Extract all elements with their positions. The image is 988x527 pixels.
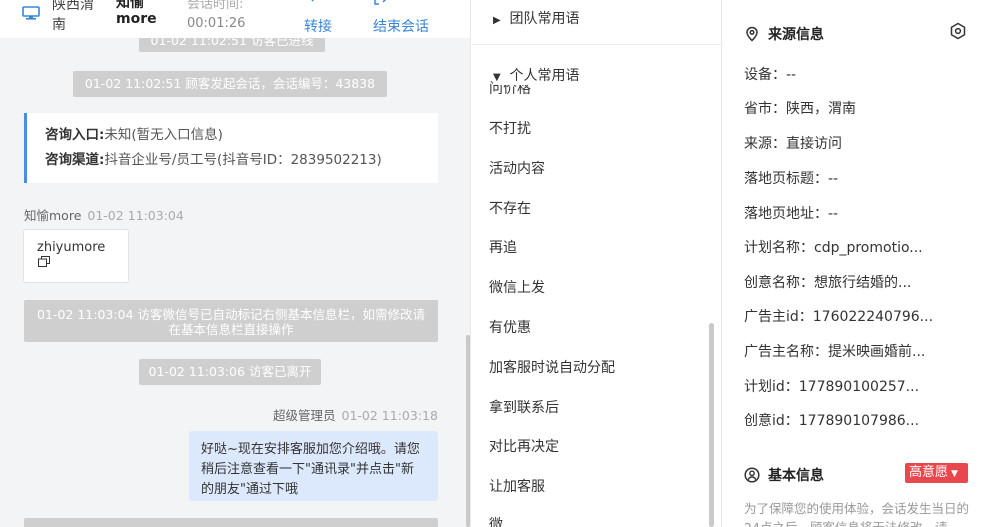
end-session-label: 结束会话: [373, 19, 429, 35]
monitor-icon: [22, 6, 40, 20]
phrase-item[interactable]: 不存在: [489, 198, 531, 218]
source-row-plan-name: 计划名称：cdp_promotio...: [744, 240, 923, 256]
phrase-item[interactable]: 活动内容: [489, 158, 545, 178]
source-row-advertiser-id: 广告主id：176022240796...: [744, 309, 934, 325]
team-phrases-label: 团队常用语: [509, 11, 580, 27]
copy-icon[interactable]: [38, 256, 50, 267]
session-time-label: 会话时间:: [187, 0, 244, 12]
message-text: zhiyumore: [37, 240, 106, 255]
exit-icon: [374, 0, 387, 5]
phrase-item[interactable]: 对比再决定: [489, 436, 559, 456]
caret-down-icon: ▼: [951, 469, 958, 479]
system-message-partial: [24, 518, 438, 527]
message-time: 01-02 11:03:18: [341, 408, 438, 423]
agent-message-bubble: 好哒~现在安排客服加您介绍哦。请您稍后注意查看一下"通讯录"并点击"新的朋友"通…: [189, 431, 438, 501]
transfer-label: 转接: [304, 19, 332, 35]
system-message: 01-02 11:02:51 顾客发起会话，会话编号：43838: [73, 71, 387, 97]
phrase-item[interactable]: 让加客服: [489, 476, 545, 496]
source-row-source: 来源：直接访问: [744, 136, 842, 152]
phrase-item[interactable]: 微: [489, 514, 503, 527]
source-info-label: 来源信息: [768, 27, 824, 43]
source-row-landing-url: 落地页地址：--: [744, 206, 839, 222]
user-icon: [744, 467, 760, 483]
intent-level-dropdown[interactable]: 高意愿 ▼: [905, 463, 968, 483]
session-time-value: 00:01:26: [187, 16, 246, 31]
phrase-item[interactable]: 微信上发: [489, 277, 545, 297]
visitor-info-panel: 来源信息 设备：-- 省市：陕西，渭南 来源：直接访问 落地页标题：-- 落地页…: [722, 0, 988, 527]
message-time: 01-02 11:03:04: [87, 208, 184, 223]
visitor-nickname: 知愉more: [116, 0, 157, 27]
source-row-device: 设备：--: [744, 67, 797, 83]
consult-entry-label: 咨询入口:: [45, 127, 105, 143]
sender-name: 知愉more: [24, 208, 82, 223]
chat-header: 陕西渭南 知愉more 会话时间: 00:01:26 转接 结束会话: [0, 0, 470, 38]
message-sender: 知愉more 01-02 11:03:04: [24, 205, 184, 224]
message-sender: 超级管理员 01-02 11:03:18: [273, 405, 438, 424]
sender-name: 超级管理员: [273, 408, 336, 423]
phrase-item[interactable]: 不打扰: [489, 118, 531, 138]
consult-entry-value: 未知(暂无入口信息): [104, 127, 223, 143]
transfer-icon: [311, 0, 315, 2]
chat-panel: 陕西渭南 知愉more 会话时间: 00:01:26 转接 结束会话 01-02…: [0, 0, 470, 527]
consult-channel-value: 抖音企业号/员工号(抖音号ID：2839502213): [104, 152, 382, 168]
phrase-item[interactable]: 加客服时说自动分配: [489, 357, 615, 377]
source-row-province: 省市：陕西，渭南: [744, 101, 856, 117]
system-message: 01-02 11:03:04 访客微信号已自动标记右侧基本信息栏，如需修改请在基…: [24, 300, 438, 342]
phrases-scrollbar[interactable]: [709, 323, 714, 527]
settings-hexagon-icon[interactable]: [949, 22, 967, 40]
app-root: 陕西渭南 知愉more 会话时间: 00:01:26 转接 结束会话 01-02…: [0, 0, 988, 527]
basic-info-note: 为了保障您的使用体验，会话发生当日的24点之后，顾客信息将无法修改，请: [744, 501, 970, 527]
source-info-title: 来源信息: [744, 24, 824, 44]
personal-phrases-label: 个人常用语: [509, 68, 580, 84]
intent-level-label: 高意愿: [909, 465, 949, 480]
consult-channel-label: 咨询渠道:: [45, 152, 105, 168]
common-phrases-panel: ▶ 团队常用语 ▼ 个人常用语 问价格 不打扰 活动内容 不存在 再追 微信上发…: [470, 0, 722, 527]
basic-info-label: 基本信息: [768, 468, 824, 484]
source-row-advertiser-name: 广告主名称：提米映画婚前...: [744, 344, 926, 360]
visitor-location: 陕西渭南: [52, 0, 94, 33]
source-row-creative-id: 创意id：177890107986...: [744, 413, 920, 429]
caret-down-icon: ▼: [493, 72, 501, 83]
source-row-creative-name: 创意名称：想旅行结婚的...: [744, 275, 912, 291]
system-message: 01-02 11:03:06 访客已离开: [139, 359, 321, 385]
phrase-item[interactable]: 再追: [489, 237, 517, 257]
personal-phrases-group[interactable]: ▼ 个人常用语: [493, 65, 580, 85]
caret-right-icon: ▶: [493, 15, 501, 26]
phrase-item[interactable]: 有优惠: [489, 317, 531, 337]
visitor-message-bubble: zhiyumore: [23, 229, 129, 283]
phrase-item[interactable]: 拿到联系后: [489, 397, 559, 417]
location-pin-icon: [746, 26, 758, 42]
consult-info-card: 咨询入口:未知(暂无入口信息) 咨询渠道:抖音企业号/员工号(抖音号ID：283…: [24, 113, 438, 183]
source-row-landing-title: 落地页标题：--: [744, 171, 839, 187]
basic-info-title: 基本信息: [744, 465, 824, 485]
divider: [471, 44, 721, 45]
source-row-plan-id: 计划id：177890100257...: [744, 379, 920, 395]
team-phrases-group[interactable]: ▶ 团队常用语: [493, 8, 579, 28]
